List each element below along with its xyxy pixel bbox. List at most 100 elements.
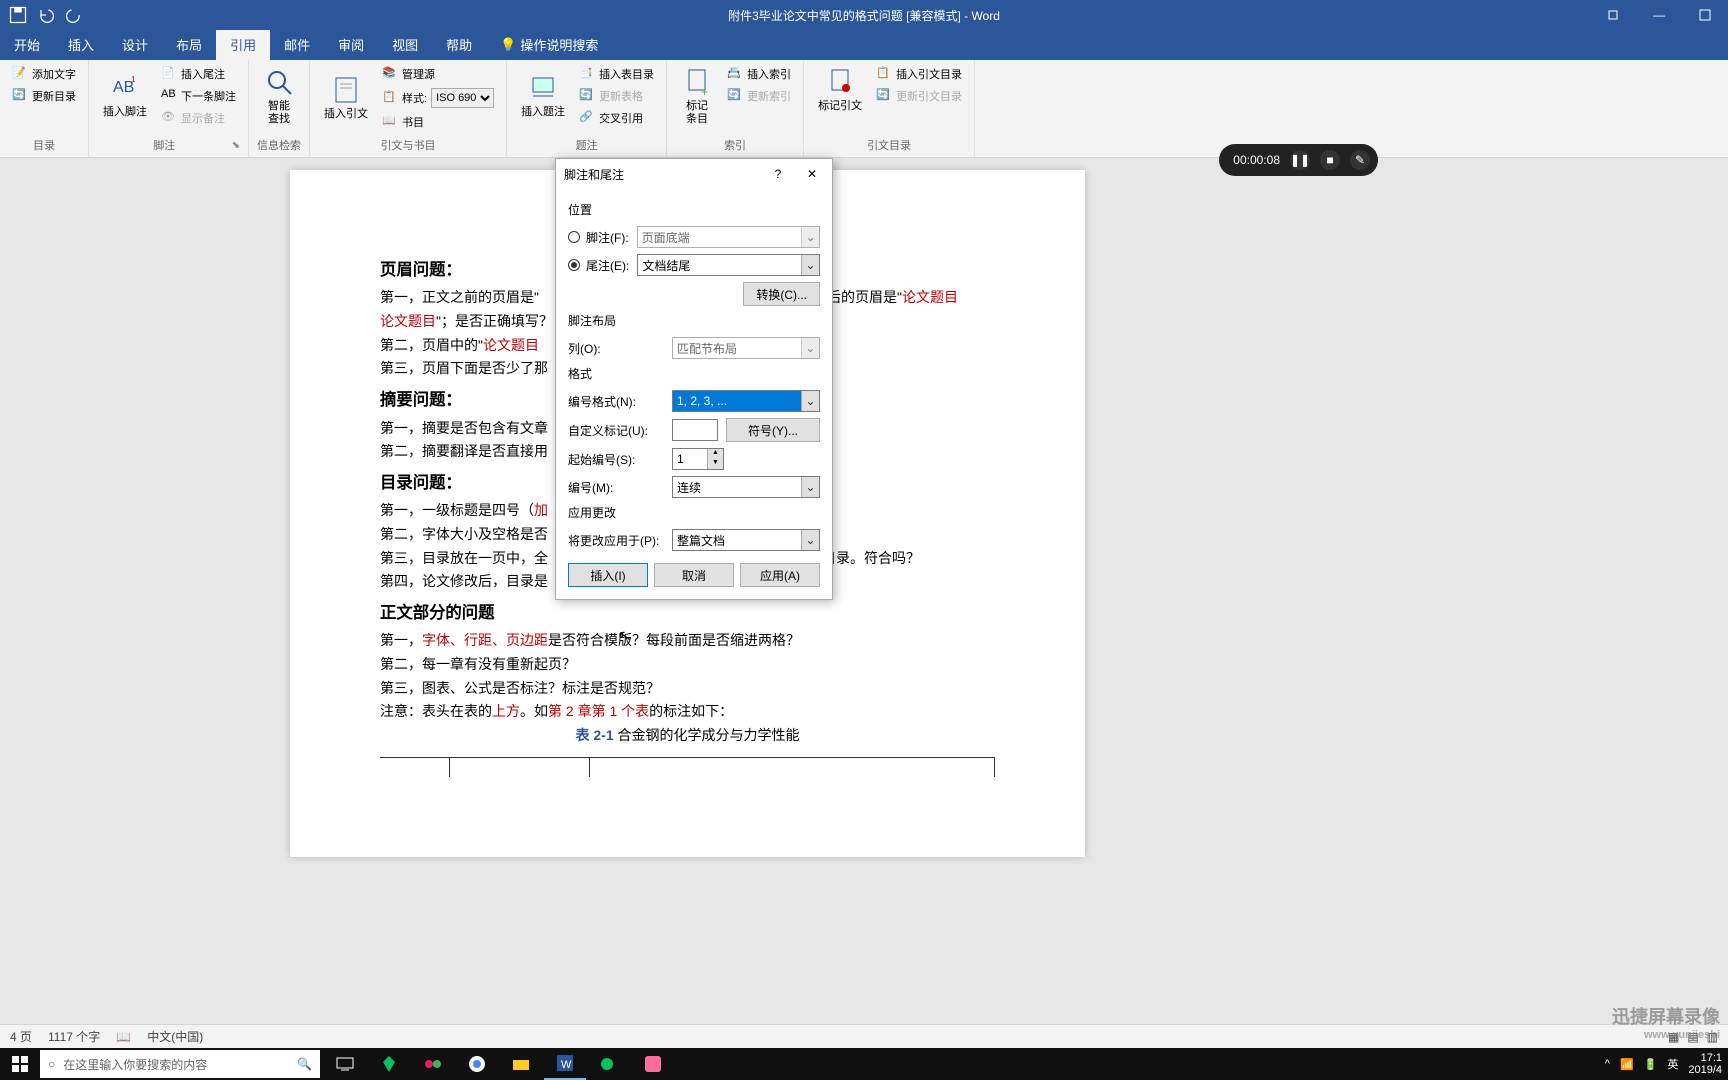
document-area[interactable]: 页眉问题： 第一，正文之前的页眉是"文之后的页眉是"论文题目 论文题目"；是否正… (0, 158, 1728, 1048)
insert-index-button[interactable]: 📇插入索引 (723, 64, 795, 84)
field-label: 将更改应用于(P): (568, 532, 664, 549)
screen-recorder-overlay[interactable]: 00:00:08 ❚❚ ■ ✎ (1219, 144, 1378, 176)
paragraph: 注意：表头在表的上方。如第 2 章第 1 个表的标注如下： (380, 701, 995, 723)
footnotes-dialog-launcher[interactable]: ⬊ (232, 140, 240, 151)
spellcheck-icon[interactable]: 📖 (116, 1030, 131, 1044)
battery-icon[interactable]: 🔋 (1644, 1058, 1658, 1071)
apply-to-select[interactable]: 整篇文档⌄ (672, 529, 820, 551)
tab-insert[interactable]: 插入 (54, 29, 108, 60)
undo-icon[interactable] (36, 5, 56, 25)
mark-entry-button[interactable]: + 标记 条目 (675, 64, 719, 128)
app-icon-pink[interactable] (632, 1048, 674, 1080)
save-icon[interactable] (8, 5, 28, 25)
insert-caption-button[interactable]: 插入题注 (515, 64, 571, 128)
style-dropdown[interactable]: ISO 690 (431, 88, 494, 108)
ime-indicator[interactable]: 英 (1667, 1056, 1678, 1072)
close-icon[interactable]: ✕ (800, 167, 824, 181)
dialog-body: 位置 脚注(F): 页面底端⌄ 尾注(E): 文档结尾⌄ 转换(C)... 脚注… (556, 189, 832, 599)
tab-review[interactable]: 审阅 (324, 29, 378, 60)
language-status[interactable]: 中文(中国) (147, 1028, 203, 1045)
add-text-button[interactable]: 📝添加文字 (8, 64, 80, 84)
stop-icon[interactable]: ■ (1320, 150, 1340, 170)
pause-icon[interactable]: ❚❚ (1290, 150, 1310, 170)
convert-button[interactable]: 转换(C)... (743, 282, 820, 306)
explorer-icon[interactable] (500, 1048, 542, 1080)
chevron-down-icon: ⌄ (801, 255, 819, 275)
chevron-down-icon[interactable]: ⌄ (801, 391, 819, 411)
tab-mailings[interactable]: 邮件 (270, 29, 324, 60)
update-icon: 🔄 (12, 88, 28, 104)
numbering-select[interactable]: 连续⌄ (672, 476, 820, 498)
insert-toa-button[interactable]: 📋插入引文目录 (872, 64, 966, 84)
mark-citation-icon (824, 66, 856, 98)
insert-endnote-button[interactable]: 📄插入尾注 (157, 64, 240, 84)
tab-references[interactable]: 引用 (216, 29, 270, 60)
number-format-select[interactable]: 1, 2, 3, ...⌄ (672, 390, 820, 412)
word-count[interactable]: 1117 个字 (48, 1028, 100, 1045)
tab-help[interactable]: 帮助 (432, 29, 486, 60)
insert-footnote-button[interactable]: AB1 插入脚注 (97, 64, 153, 128)
insert-citation-button[interactable]: 插入引文 (318, 64, 374, 132)
update-index-button[interactable]: 🔄更新索引 (723, 86, 795, 106)
maximize-icon[interactable] (1682, 0, 1728, 30)
spin-down-icon[interactable]: ▼ (708, 459, 723, 469)
wechat-icon[interactable] (588, 1048, 630, 1080)
redo-icon[interactable] (64, 5, 84, 25)
insert-tof-button[interactable]: 📑插入表目录 (575, 64, 658, 84)
update-toc-button[interactable]: 🔄更新目录 (8, 86, 80, 106)
tab-tell-me[interactable]: 💡 操作说明搜索 (486, 29, 612, 60)
spin-up-icon[interactable]: ▲ (708, 449, 723, 459)
custom-mark-input[interactable] (672, 419, 718, 441)
minimize-icon[interactable]: — (1636, 0, 1682, 30)
update-toa-button[interactable]: 🔄更新引文目录 (872, 86, 966, 106)
update-toa-icon: 🔄 (876, 88, 892, 104)
citation-style-select[interactable]: 📋样式: ISO 690 (378, 86, 498, 110)
svg-text:W: W (561, 1059, 572, 1071)
ribbon: 📝添加文字 🔄更新目录 目录 AB1 插入脚注 📄插入尾注 AB下一条脚注 👁显… (0, 60, 1728, 158)
edit-icon[interactable]: ✎ (1350, 150, 1370, 170)
clock-time[interactable]: 17:1 (1688, 1052, 1722, 1064)
endnote-radio[interactable]: 尾注(E): (568, 257, 629, 274)
cancel-button[interactable]: 取消 (654, 563, 734, 587)
start-at-spinner[interactable]: ▲▼ (672, 448, 724, 470)
mark-citation-button[interactable]: 标记引文 (812, 64, 868, 115)
endnote-position-select[interactable]: 文档结尾⌄ (637, 254, 820, 276)
update-table-button[interactable]: 🔄更新表格 (575, 86, 658, 106)
page-count[interactable]: 4 页 (10, 1028, 32, 1045)
insert-button[interactable]: 插入(I) (568, 563, 648, 587)
tab-layout[interactable]: 布局 (162, 29, 216, 60)
style-icon: 📋 (382, 90, 398, 106)
tencent-icon[interactable] (368, 1048, 410, 1080)
taskbar-apps: W (324, 1048, 674, 1080)
columns-select: 匹配节布局⌄ (672, 337, 820, 359)
dialog-titlebar[interactable]: 脚注和尾注 ? ✕ (556, 159, 832, 189)
chrome-icon[interactable] (456, 1048, 498, 1080)
manage-sources-button[interactable]: 📚管理源 (378, 64, 498, 84)
svg-text:+: + (701, 85, 708, 98)
ribbon-options-icon[interactable] (1590, 0, 1636, 30)
cortana-icon: ○ (48, 1057, 55, 1071)
tab-start[interactable]: 开始 (0, 29, 54, 60)
taskbar-search[interactable]: ○ 在这里输入你要搜索的内容 🔍 (40, 1050, 320, 1078)
task-view-icon[interactable] (324, 1048, 366, 1080)
word-icon[interactable]: W (544, 1048, 586, 1080)
cross-ref-button[interactable]: 🔗交叉引用 (575, 108, 658, 128)
tab-view[interactable]: 视图 (378, 29, 432, 60)
bibliography-button[interactable]: 📖书目 (378, 112, 498, 132)
tray-up-icon[interactable]: ^ (1605, 1058, 1610, 1070)
footnote-radio[interactable]: 脚注(F): (568, 229, 629, 246)
clock-date[interactable]: 2019/4 (1688, 1064, 1722, 1076)
show-notes-button[interactable]: 👁显示备注 (157, 108, 240, 128)
smart-lookup-button[interactable]: 智能 查找 (257, 64, 301, 128)
help-icon[interactable]: ? (766, 167, 790, 181)
start-at-input[interactable] (673, 449, 707, 469)
apply-button[interactable]: 应用(A) (740, 563, 820, 587)
network-icon[interactable]: 📶 (1620, 1058, 1634, 1071)
radio-icon (568, 259, 580, 271)
next-footnote-button[interactable]: AB下一条脚注 (157, 86, 240, 106)
app-icon[interactable] (412, 1048, 454, 1080)
tab-design[interactable]: 设计 (108, 29, 162, 60)
symbol-button[interactable]: 符号(Y)... (726, 418, 820, 442)
start-button[interactable] (0, 1048, 40, 1080)
group-label: 脚注 (97, 135, 232, 155)
